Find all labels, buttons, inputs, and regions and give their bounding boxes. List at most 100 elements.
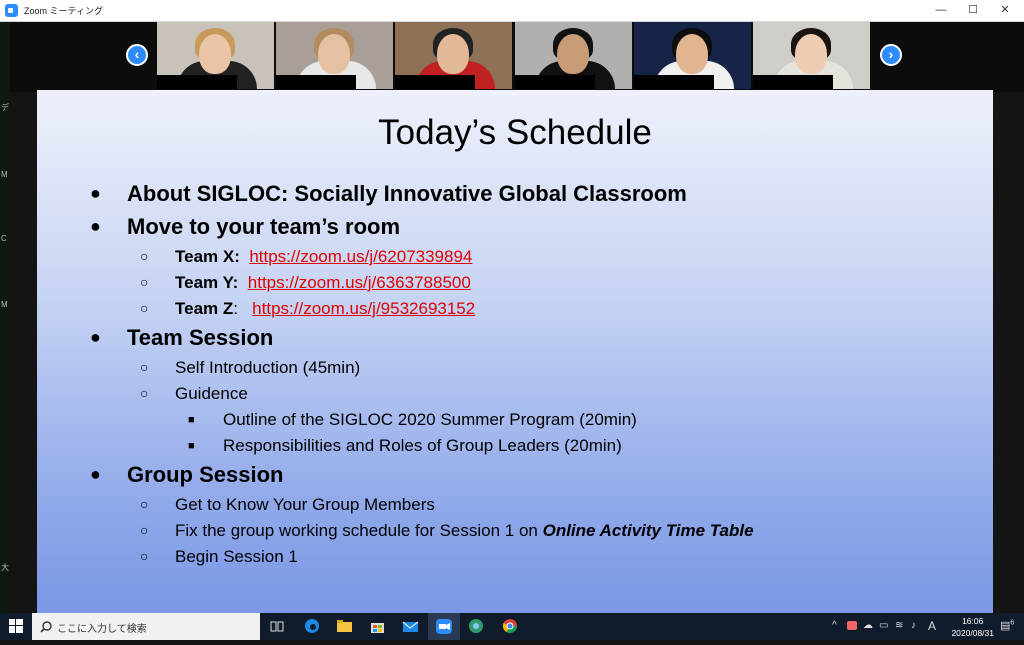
edge-icon[interactable] <box>304 618 321 635</box>
participant-name-plate <box>515 75 595 89</box>
participant-face <box>795 34 827 74</box>
window-title: Zoom ミーティング <box>24 6 103 16</box>
team-room-link[interactable]: https://zoom.us/j/6207339894 <box>249 247 472 266</box>
bullet-marker: ○ <box>140 359 149 375</box>
team-room-link[interactable]: https://zoom.us/j/6363788500 <box>248 273 471 292</box>
zoom-taskbar-icon[interactable] <box>428 613 460 640</box>
notification-icon[interactable]: ▤6 <box>1000 619 1014 632</box>
bullet-content: Get to Know Your Group Members <box>175 495 435 515</box>
bullet-text: Team Session <box>127 325 274 350</box>
ime-indicator[interactable]: A <box>928 619 936 633</box>
team-label: Team Z <box>175 299 234 318</box>
bullet-text: Group Session <box>127 462 284 487</box>
bullet-marker: ○ <box>140 496 149 512</box>
participant-name-plate <box>395 75 475 89</box>
desktop-icon-label: M <box>1 300 8 309</box>
search-icon <box>40 621 52 633</box>
notification-count: 6 <box>1010 619 1015 627</box>
taskbar-search-box[interactable]: ここに入力して検索 <box>32 613 260 640</box>
bullet-marker: ● <box>90 216 101 236</box>
desktop-icon-label: C <box>1 234 7 243</box>
bullet-content: Team Y: https://zoom.us/j/6363788500 <box>175 273 471 293</box>
bullet-marker: ● <box>90 183 101 203</box>
bullet-content: Guidence <box>175 384 248 404</box>
team-label: Team X: <box>175 247 240 266</box>
shared-slide: Today’s Schedule ● About SIGLOC: Socially… <box>37 90 993 613</box>
participant-face <box>557 34 589 74</box>
participant-face <box>437 34 469 74</box>
bullet-marker: ● <box>90 464 101 484</box>
bullet-content: Team X: https://zoom.us/j/6207339894 <box>175 247 472 267</box>
participant-name-plate <box>276 75 356 89</box>
bullet-content: About SIGLOC: Socially Innovative Global… <box>127 181 687 207</box>
minimize-button[interactable]: — <box>924 0 958 21</box>
bullet-content: Move to your team’s room <box>127 214 400 240</box>
bullet-text: Move to your team’s room <box>127 214 401 239</box>
bullet-marker: ○ <box>140 274 149 290</box>
chrome-icon[interactable] <box>502 618 519 635</box>
maximize-button[interactable]: ☐ <box>956 0 990 21</box>
bullet-marker: ■ <box>188 414 195 426</box>
taskbar: ここに入力して検索 ^ ☁ ▭ ≋ ♪ A 16:06 2020/08/31 ▤… <box>0 613 1024 640</box>
task-view-icon[interactable] <box>269 618 286 635</box>
participant-face <box>676 34 708 74</box>
store-icon[interactable] <box>369 618 386 635</box>
bullet-text: Begin Session 1 <box>175 547 298 566</box>
bullet-content: Fix the group working schedule for Sessi… <box>175 521 754 541</box>
gallery-prev-arrow-icon[interactable]: ‹ <box>126 44 148 66</box>
mail-icon[interactable] <box>402 618 419 635</box>
participant-video-tile[interactable] <box>634 22 751 89</box>
volume-icon[interactable]: ♪ <box>911 620 916 631</box>
title-bar: Zoom ミーティング — ☐ ✕ <box>0 0 1024 22</box>
participant-name-plate <box>634 75 714 89</box>
emphasis-text: Online Activity Time Table <box>542 521 754 540</box>
cloud-icon[interactable]: ☁ <box>863 620 873 631</box>
participant-gallery: ‹ › <box>10 22 1024 92</box>
gallery-next-arrow-icon[interactable]: › <box>880 44 902 66</box>
windows-start-icon[interactable] <box>9 619 23 633</box>
chrome-alt-icon[interactable] <box>468 618 485 635</box>
battery-icon[interactable]: ▭ <box>879 620 888 631</box>
team-room-link[interactable]: https://zoom.us/j/9532693152 <box>252 299 475 318</box>
participant-name-plate <box>753 75 833 89</box>
clock-time: 16:06 <box>962 616 984 626</box>
bullet-marker: ● <box>90 327 101 347</box>
bullet-content: Self Introduction (45min) <box>175 358 360 378</box>
participant-name-plate <box>157 75 237 89</box>
desktop-icon-label: 大 <box>1 563 9 572</box>
search-placeholder: ここに入力して検索 <box>57 624 147 635</box>
close-button[interactable]: ✕ <box>988 0 1022 21</box>
bullet-content: Team Z: https://zoom.us/j/9532693152 <box>175 299 475 319</box>
bullet-marker: ○ <box>140 522 149 538</box>
clock[interactable]: 16:06 2020/08/31 <box>951 615 994 639</box>
desktop-icon-label: デ <box>1 103 9 112</box>
tray-chevron-icon[interactable]: ^ <box>832 620 837 631</box>
bullet-text: Guidence <box>175 384 248 403</box>
participant-video-tile[interactable] <box>753 22 870 89</box>
bullet-content: Group Session <box>127 462 283 488</box>
bullet-text: Self Introduction (45min) <box>175 358 361 377</box>
bullet-text: Responsibilities and Roles of Group Lead… <box>223 436 622 455</box>
participant-video-tile[interactable] <box>157 22 274 89</box>
file-explorer-icon[interactable] <box>336 618 353 635</box>
bullet-marker: ○ <box>140 385 149 401</box>
participant-video-tile[interactable] <box>395 22 512 89</box>
tray-app-icon[interactable] <box>847 621 857 630</box>
zoom-app-icon <box>5 4 18 17</box>
bullet-marker: ○ <box>140 248 149 264</box>
desktop-edge: デ M C M 大 <box>0 22 10 613</box>
bullet-content: Responsibilities and Roles of Group Lead… <box>223 436 622 456</box>
participant-video-tile[interactable] <box>515 22 632 89</box>
participant-face <box>318 34 350 74</box>
bullet-text: Outline of the SIGLOC 2020 Summer Progra… <box>223 410 637 429</box>
desktop-icon-label: M <box>1 170 8 179</box>
wifi-icon[interactable]: ≋ <box>895 620 903 631</box>
bullet-marker: ■ <box>188 440 195 452</box>
bullet-content: Team Session <box>127 325 273 351</box>
team-label: Team Y: <box>175 273 239 292</box>
bullet-marker: ○ <box>140 548 149 564</box>
bullet-content: Outline of the SIGLOC 2020 Summer Progra… <box>223 410 637 430</box>
participant-video-tile[interactable] <box>276 22 393 89</box>
bullet-text: Fix the group working schedule for Sessi… <box>175 521 543 540</box>
bullet-text: About SIGLOC: Socially Innovative Global… <box>127 181 687 206</box>
